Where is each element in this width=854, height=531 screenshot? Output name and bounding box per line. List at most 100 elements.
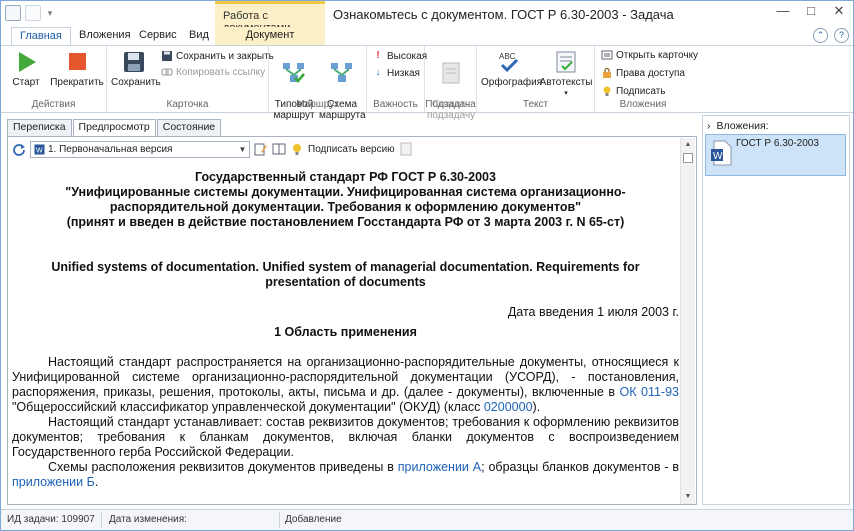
context-tab-group: Работа с документами bbox=[215, 1, 325, 34]
attachment-name: ГОСТ Р 6.30-2003 bbox=[736, 138, 819, 149]
sign-button[interactable]: Подписать bbox=[601, 85, 666, 97]
disabled-doc-icon[interactable] bbox=[399, 142, 413, 156]
attachments-header[interactable]: › Вложения: bbox=[707, 120, 769, 132]
save-button[interactable]: Сохранить bbox=[111, 49, 161, 88]
scroll-down-icon[interactable]: ▼ bbox=[681, 490, 695, 504]
link-ok-011-93[interactable]: ОК 011-93 bbox=[619, 385, 679, 399]
access-rights-button[interactable]: Права доступа bbox=[601, 67, 685, 79]
version-dropdown-icon[interactable]: ▼ bbox=[236, 142, 249, 157]
preview-frame: W 1. Первоначальная версия ▼ Подписать в… bbox=[7, 136, 697, 505]
svg-text:ABC: ABC bbox=[499, 52, 516, 61]
status-added: Добавление bbox=[285, 514, 342, 525]
attachment-item[interactable]: W ГОСТ Р 6.30-2003 bbox=[705, 134, 846, 176]
group-actions: Старт Прекратить Действия bbox=[1, 46, 107, 112]
autotexts-dropdown-icon[interactable]: ▾ bbox=[539, 88, 593, 99]
bulb-icon bbox=[603, 86, 611, 96]
tab-home[interactable]: Главная bbox=[11, 27, 71, 45]
scroll-up-icon[interactable]: ▲ bbox=[681, 138, 695, 152]
spelling-button[interactable]: ABC Орфография bbox=[481, 49, 542, 88]
link-appendix-b[interactable]: приложении Б bbox=[12, 475, 95, 489]
svg-text:W: W bbox=[713, 151, 723, 162]
doc-effective-date: Дата введения 1 июля 2003 г. bbox=[507, 305, 679, 319]
group-importance: ! Высокая ↓ Низкая Важность bbox=[367, 46, 427, 112]
chevron-right-icon[interactable]: › bbox=[707, 120, 711, 132]
route-scheme-button[interactable]: Схема маршрута bbox=[319, 49, 366, 121]
version-select[interactable]: W 1. Первоначальная версия ▼ bbox=[30, 140, 250, 158]
autotexts-button[interactable]: Автотексты ▾ bbox=[539, 49, 593, 99]
open-card-button[interactable]: Открыть карточку bbox=[601, 49, 698, 61]
link-class-0200000[interactable]: 0200000 bbox=[484, 400, 533, 414]
group-label-actions: Действия bbox=[31, 99, 76, 110]
quick-access-toolbar: ▾ bbox=[5, 5, 55, 21]
group-card: Сохранить Сохранить и закрыть Копировать… bbox=[107, 46, 274, 112]
svg-text:W: W bbox=[36, 147, 43, 154]
refresh-icon[interactable] bbox=[12, 142, 26, 156]
help-icon[interactable]: ? bbox=[834, 28, 849, 43]
autotext-icon bbox=[556, 51, 576, 73]
book-icon[interactable] bbox=[272, 142, 286, 156]
doc-title-en: Unified systems of documentation. Unifie… bbox=[51, 260, 640, 289]
link-appendix-a[interactable]: приложении А bbox=[398, 460, 481, 474]
route-template-icon bbox=[283, 63, 305, 83]
app-menu-icon[interactable] bbox=[5, 5, 21, 21]
status-divider bbox=[101, 512, 102, 528]
ribbon: Старт Прекратить Действия Сохранить Сохр… bbox=[1, 45, 853, 121]
create-subtask-button[interactable]: Создать подзадачу bbox=[427, 49, 475, 121]
lock-icon bbox=[603, 67, 611, 78]
doc-section-heading: 1 Область применения bbox=[274, 325, 417, 339]
group-subtask: Создать подзадачу Подзадача bbox=[425, 46, 477, 121]
vertical-scrollbar[interactable]: ▲ ▼ bbox=[680, 138, 695, 504]
play-icon bbox=[19, 52, 36, 72]
tab-state[interactable]: Состояние bbox=[156, 119, 222, 136]
tab-preview[interactable]: Предпросмотр bbox=[72, 119, 156, 137]
sign-version-button[interactable]: Подписать версию bbox=[308, 144, 395, 155]
status-divider bbox=[279, 512, 280, 528]
application-window: ▾ Работа с документами Ознакомьтесь с до… bbox=[0, 0, 854, 531]
collapse-ribbon-icon[interactable]: ⌃ bbox=[813, 28, 828, 43]
window-title: Ознакомьтесь с документом. ГОСТ Р 6.30-2… bbox=[333, 7, 674, 22]
exclamation-icon: ! bbox=[376, 50, 380, 61]
group-attachments: Открыть карточку Права доступа Подписать… bbox=[595, 46, 698, 112]
floppy-icon bbox=[124, 52, 144, 72]
doc-paragraph-3: Схемы расположения реквизитов документов… bbox=[12, 460, 679, 489]
spellcheck-icon: ABC bbox=[499, 52, 519, 73]
status-task-id: ИД задачи: 109907 bbox=[7, 514, 95, 525]
high-importance-button[interactable]: ! Высокая bbox=[372, 50, 427, 62]
card-icon bbox=[601, 50, 613, 60]
stop-icon bbox=[69, 53, 86, 70]
scroll-thumb[interactable] bbox=[683, 153, 693, 163]
tab-correspondence[interactable]: Переписка bbox=[7, 119, 72, 136]
minimize-button[interactable]: — bbox=[769, 1, 797, 23]
ribbon-tabs: Главная Вложения Сервис Вид Документ ⌃ ? bbox=[1, 27, 853, 45]
low-importance-button[interactable]: ↓ Низкая bbox=[372, 67, 420, 79]
qat-dropdown-icon[interactable]: ▾ bbox=[45, 5, 55, 21]
status-modified: Дата изменения: bbox=[109, 514, 187, 525]
maximize-button[interactable]: □ bbox=[797, 1, 825, 23]
doc-title-quoted: "Унифицированные системы документации. У… bbox=[65, 185, 626, 214]
group-text: ABC Орфография Автотексты ▾ Текст bbox=[477, 46, 595, 112]
tab-service[interactable]: Сервис bbox=[131, 27, 185, 45]
window-controls: — □ ✕ bbox=[769, 1, 853, 23]
close-button[interactable]: ✕ bbox=[825, 1, 853, 23]
attachments-pane: › Вложения: W ГОСТ Р 6.30-2003 bbox=[702, 115, 850, 505]
word-file-icon: W bbox=[711, 140, 732, 166]
tab-document[interactable]: Документ bbox=[215, 27, 325, 45]
stop-button[interactable]: Прекратить bbox=[49, 49, 105, 88]
start-button[interactable]: Старт bbox=[7, 49, 45, 88]
link-icon bbox=[161, 68, 173, 76]
doc-title-note: (принят и введен в действие постановлени… bbox=[66, 215, 625, 229]
word-doc-icon: W bbox=[34, 144, 45, 154]
group-label-attachments: Вложения bbox=[619, 99, 667, 110]
title-bar: ▾ Работа с документами Ознакомьтесь с до… bbox=[1, 1, 853, 34]
doc-paragraph-2: Настоящий стандарт устанавливает: состав… bbox=[12, 415, 679, 459]
tab-attachments[interactable]: Вложения bbox=[71, 27, 139, 45]
typical-route-button[interactable]: Типовой маршрут bbox=[271, 49, 317, 121]
edit-icon[interactable] bbox=[254, 142, 268, 156]
save-quick-icon[interactable] bbox=[25, 5, 41, 21]
save-close-button[interactable]: Сохранить и закрыть bbox=[161, 50, 274, 62]
doc-paragraph-1: Настоящий стандарт распространяется на о… bbox=[12, 355, 679, 414]
group-label-text: Текст bbox=[522, 99, 549, 110]
tab-view[interactable]: Вид bbox=[181, 27, 217, 45]
copy-link-button[interactable]: Копировать ссылку bbox=[161, 66, 265, 78]
group-label-importance: Важность bbox=[373, 99, 418, 110]
